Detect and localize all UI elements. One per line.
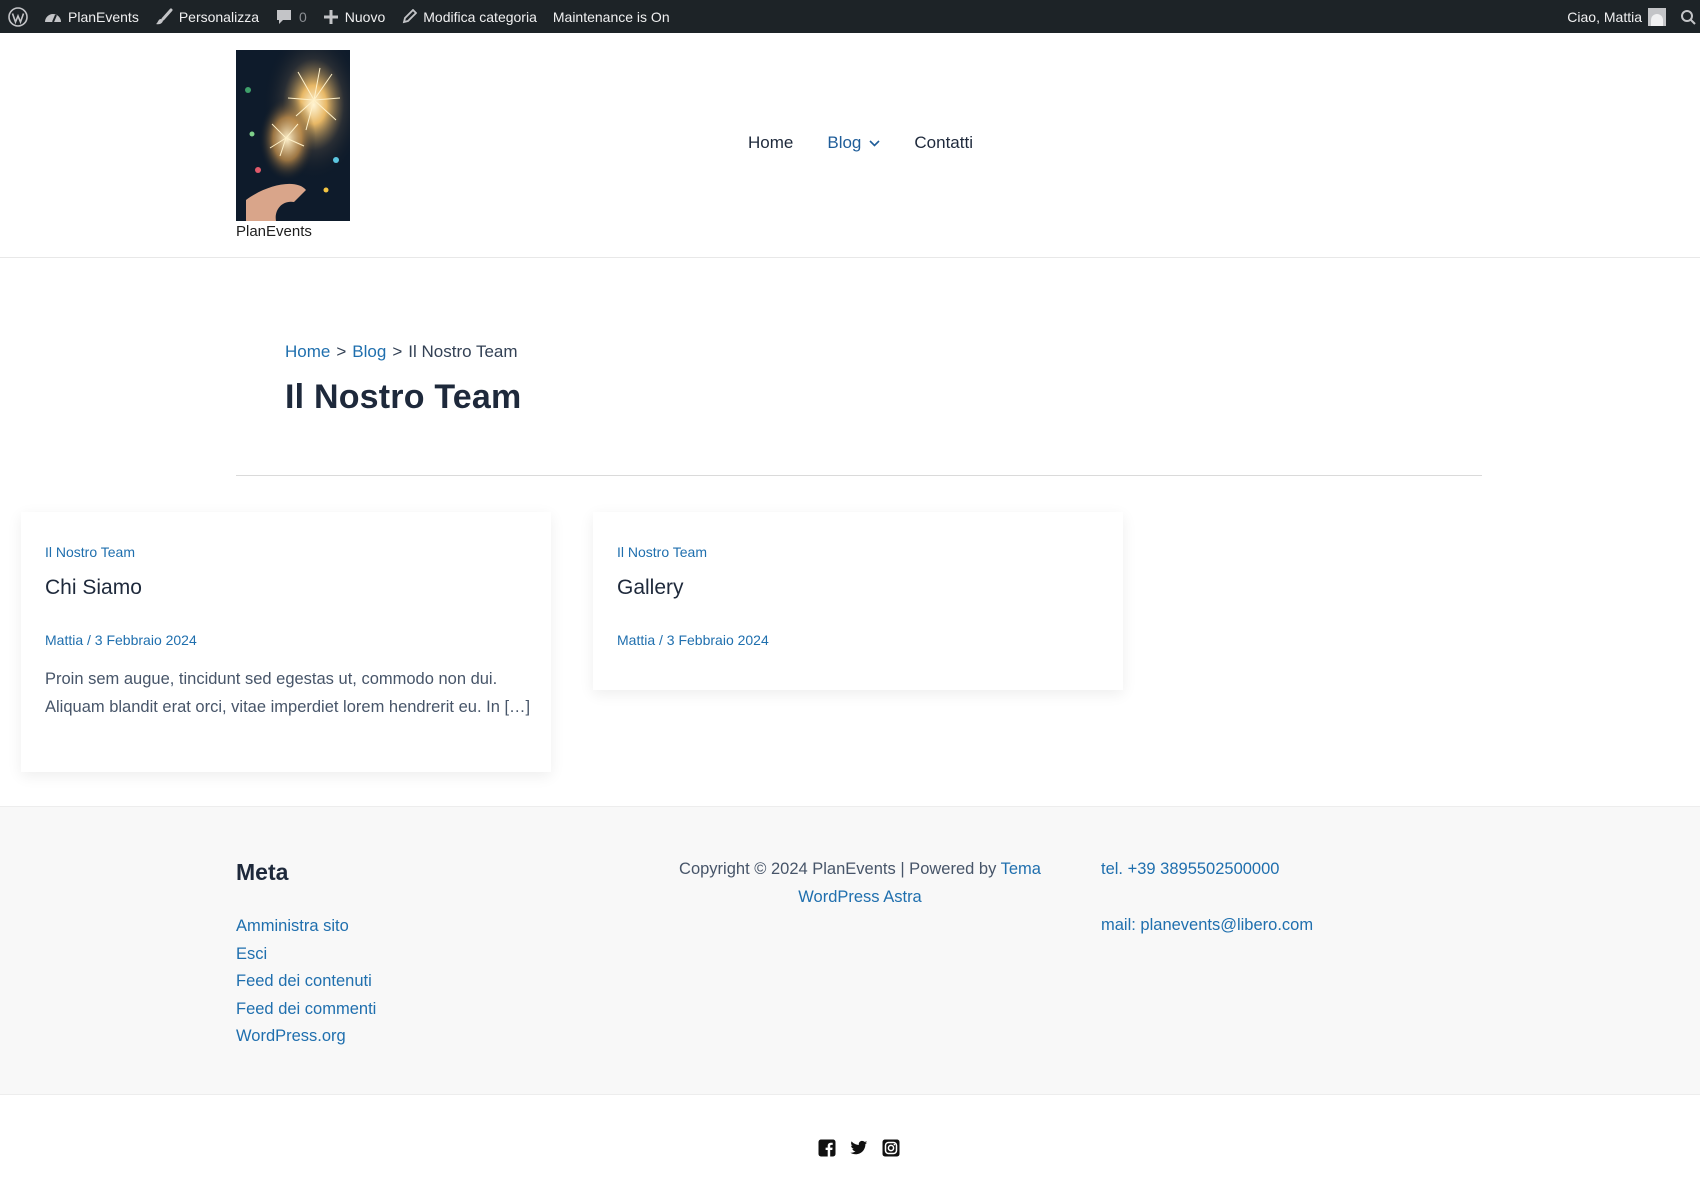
comment-bubble-icon: [275, 8, 293, 26]
site-header: PlanEvents Home Blog Contatti: [0, 33, 1700, 258]
list-item: Esci: [236, 941, 376, 969]
list-item: WordPress.org: [236, 1023, 376, 1051]
breadcrumb: Home > Blog > Il Nostro Team: [285, 342, 518, 362]
meta-link-admin[interactable]: Amministra sito: [236, 917, 349, 935]
nav-blog-label: Blog: [827, 133, 862, 152]
instagram-icon[interactable]: [882, 1139, 900, 1157]
phone-link[interactable]: tel. +39 3895502500000: [1101, 855, 1313, 883]
post-excerpt: Proin sem augue, tincidunt sed egestas u…: [45, 670, 531, 716]
wordpress-logo-menu[interactable]: [0, 0, 36, 33]
greeting-label: Ciao, Mattia: [1567, 8, 1642, 25]
meta-links-list: Amministra sito Esci Feed dei contenuti …: [236, 913, 376, 1051]
list-item: Feed dei contenuti: [236, 968, 376, 996]
breadcrumb-home[interactable]: Home: [285, 342, 330, 362]
dashboard-icon: [44, 9, 62, 25]
site-name-menu[interactable]: PlanEvents: [36, 0, 147, 33]
primary-navigation: Home Blog Contatti: [748, 133, 1007, 153]
post-category-link[interactable]: Il Nostro Team: [617, 544, 707, 560]
edit-category-link[interactable]: Modifica categoria: [393, 0, 545, 33]
new-label: Nuovo: [344, 8, 386, 25]
breadcrumb-separator: >: [336, 342, 347, 361]
meta-link-wordpress-org[interactable]: WordPress.org: [236, 1027, 346, 1045]
post-category-link[interactable]: Il Nostro Team: [45, 544, 135, 560]
edit-category-label: Modifica categoria: [423, 8, 537, 25]
plus-icon: [323, 9, 339, 25]
account-menu[interactable]: Ciao, Mattia: [1559, 0, 1674, 33]
admin-bar: PlanEvents Personalizza 0 Nuovo Modifica…: [0, 0, 1700, 33]
nav-blog[interactable]: Blog: [827, 133, 880, 153]
breadcrumb-separator: >: [392, 342, 403, 361]
search-icon: [1680, 9, 1696, 25]
meta-widget-title: Meta: [236, 859, 289, 885]
divider: [236, 475, 1482, 476]
facebook-icon[interactable]: [818, 1139, 836, 1157]
comments-link[interactable]: 0: [267, 0, 315, 33]
post-card-gallery: Il Nostro Team Gallery Mattia / 3 Febbra…: [593, 512, 1123, 690]
new-content-menu[interactable]: Nuovo: [315, 0, 393, 33]
nav-contatti[interactable]: Contatti: [914, 133, 973, 153]
admin-search-button[interactable]: [1674, 0, 1700, 33]
contact-info: tel. +39 3895502500000 mail: planevents@…: [1101, 855, 1313, 939]
twitter-icon[interactable]: [850, 1139, 868, 1157]
social-icons: [818, 1139, 900, 1157]
meta-link-logout[interactable]: Esci: [236, 945, 267, 963]
copyright-text: Copyright © 2024 PlanEvents | Powered by: [679, 860, 1001, 878]
post-meta[interactable]: Mattia / 3 Febbraio 2024: [45, 632, 197, 648]
post-card-chi-siamo: Il Nostro Team Chi Siamo Mattia / 3 Febb…: [21, 512, 551, 772]
wordpress-logo-icon: [8, 6, 28, 27]
post-meta[interactable]: Mattia / 3 Febbraio 2024: [617, 632, 769, 648]
site-name-label: PlanEvents: [68, 8, 139, 25]
footer-bottom: [0, 1095, 1700, 1198]
site-logo[interactable]: [236, 50, 350, 221]
customize-label: Personalizza: [178, 8, 259, 25]
nav-home[interactable]: Home: [748, 133, 793, 153]
footer-widgets: Meta Amministra sito Esci Feed dei conte…: [0, 806, 1700, 1095]
copyright: Copyright © 2024 PlanEvents | Powered by…: [660, 855, 1060, 911]
nav-home-label: Home: [748, 133, 794, 152]
meta-link-comments-feed[interactable]: Feed dei commenti: [236, 1000, 376, 1018]
list-item: Amministra sito: [236, 913, 376, 941]
breadcrumb-current: Il Nostro Team: [408, 342, 518, 361]
brush-icon: [155, 8, 173, 26]
mail-link[interactable]: mail: planevents@libero.com: [1101, 911, 1313, 939]
avatar: [1648, 7, 1666, 26]
breadcrumb-blog[interactable]: Blog: [352, 342, 386, 362]
post-title-link[interactable]: Gallery: [617, 576, 684, 600]
chevron-down-icon[interactable]: [869, 139, 880, 147]
list-item: Feed dei commenti: [236, 996, 376, 1024]
comments-count: 0: [298, 8, 307, 25]
maintenance-label: Maintenance is On: [552, 8, 670, 25]
nav-contatti-label: Contatti: [914, 133, 973, 152]
meta-link-entries-feed[interactable]: Feed dei contenuti: [236, 972, 372, 990]
site-title[interactable]: PlanEvents: [236, 223, 312, 240]
page-title: Il Nostro Team: [285, 378, 522, 416]
pencil-icon: [401, 8, 418, 25]
post-title-link[interactable]: Chi Siamo: [45, 576, 142, 600]
customize-link[interactable]: Personalizza: [147, 0, 267, 33]
maintenance-status[interactable]: Maintenance is On: [545, 0, 678, 33]
